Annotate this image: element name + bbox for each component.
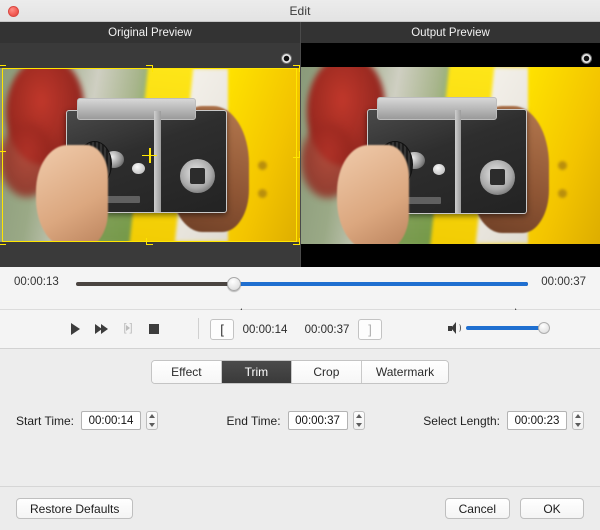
tab-watermark[interactable]: Watermark <box>361 361 449 383</box>
preview-area: Original Preview Output Preview <box>0 22 600 267</box>
original-preview-pane: Original Preview <box>0 22 300 267</box>
crop-selection-rectangle[interactable] <box>0 65 300 245</box>
output-preview-body[interactable] <box>301 43 600 267</box>
output-preview-pane: Output Preview <box>300 22 600 267</box>
in-out-point-group: [ 00:00:14 00:00:37 ] <box>210 319 382 340</box>
title-bar: Edit <box>0 0 600 22</box>
cancel-button[interactable]: Cancel <box>444 498 510 519</box>
crop-handle-top-left[interactable] <box>0 65 6 72</box>
stop-icon <box>148 323 159 334</box>
select-length-input[interactable]: 00:00:23 <box>507 411 567 430</box>
volume-control <box>448 322 550 334</box>
chevron-down-icon <box>355 422 362 427</box>
transport-buttons: [] <box>68 321 161 336</box>
chevron-down-icon <box>575 422 581 427</box>
mark-out-button[interactable]: ] <box>358 319 382 340</box>
edit-dialog-window: Edit Original Preview Output Preview 00:… <box>0 0 600 530</box>
select-length-label: Select Length: <box>423 413 500 428</box>
fast-forward-button[interactable] <box>94 321 109 336</box>
chevron-up-icon <box>149 414 156 419</box>
crop-handle-left-middle[interactable] <box>0 151 6 158</box>
camera-seam <box>454 110 462 214</box>
end-time-stepper[interactable] <box>352 411 365 430</box>
trim-settings-panel: Start Time: 00:00:14 End Time: 00:00:37 … <box>0 395 600 486</box>
out-point-time[interactable]: 00:00:37 <box>296 319 358 340</box>
crop-handle-right-middle[interactable] <box>293 151 300 158</box>
play-button[interactable] <box>68 321 83 336</box>
start-time-group: Start Time: 00:00:14 <box>16 411 159 430</box>
footer-action-buttons: Cancel OK <box>444 498 584 519</box>
window-title: Edit <box>289 3 311 18</box>
output-preview-header: Output Preview <box>301 22 600 43</box>
speaker-icon[interactable] <box>448 322 461 334</box>
chevron-up-icon <box>575 414 581 419</box>
crop-handle-bottom-middle[interactable] <box>145 238 153 245</box>
chevron-up-icon <box>355 414 362 419</box>
crosshair-icon <box>142 147 157 163</box>
tab-crop[interactable]: Crop <box>291 361 362 383</box>
timeline-track[interactable] <box>76 277 528 319</box>
select-length-group: Select Length: 00:00:23 <box>423 411 584 430</box>
original-preview-header: Original Preview <box>0 22 300 43</box>
tab-trim[interactable]: Trim <box>221 361 292 383</box>
step-frame-icon: [] <box>123 322 132 334</box>
rotation-pin-icon[interactable] <box>581 53 592 64</box>
start-time-label: Start Time: <box>16 413 75 428</box>
crop-handle-top-right[interactable] <box>293 65 300 72</box>
fast-forward-icon <box>95 323 108 334</box>
camera-reel <box>480 159 516 195</box>
timeline-end-label: 00:00:37 <box>541 276 586 288</box>
stop-button[interactable] <box>146 321 161 336</box>
restore-defaults-button[interactable]: Restore Defaults <box>16 498 134 519</box>
close-icon[interactable] <box>8 6 19 17</box>
volume-slider-handle[interactable] <box>538 322 550 334</box>
chevron-down-icon <box>149 422 156 427</box>
timeline-section: 00:00:13 00:00:37 <box>0 267 600 319</box>
select-length-stepper[interactable] <box>572 411 584 430</box>
timeline-start-label: 00:00:13 <box>14 276 59 288</box>
end-time-input[interactable]: 00:00:37 <box>287 411 348 430</box>
transport-bar: [] [ 00:00:14 00:00:37 ] <box>0 310 600 349</box>
edit-tabs: Effect Trim Crop Watermark <box>150 360 450 384</box>
tab-section: Effect Trim Crop Watermark <box>0 349 600 395</box>
transport-divider <box>198 318 199 339</box>
step-frame-button[interactable]: [] <box>120 321 135 336</box>
rotation-pin-icon[interactable] <box>281 53 292 64</box>
end-time-group: End Time: 00:00:37 <box>227 411 365 430</box>
mark-in-button[interactable]: [ <box>210 319 234 340</box>
trim-fields-row: Start Time: 00:00:14 End Time: 00:00:37 … <box>0 411 600 430</box>
crop-handle-bottom-right[interactable] <box>293 238 300 245</box>
start-time-input[interactable]: 00:00:14 <box>81 411 142 430</box>
volume-slider[interactable] <box>466 322 550 334</box>
timeline-playhead-handle[interactable] <box>227 277 242 291</box>
camera-dial-small <box>432 163 446 176</box>
output-video-frame <box>301 67 600 244</box>
dialog-footer: Restore Defaults Cancel OK <box>0 486 600 530</box>
camera-label <box>405 196 441 204</box>
end-time-label: End Time: <box>226 413 281 428</box>
original-preview-body[interactable] <box>0 43 300 267</box>
timeline-selected-range <box>234 282 528 286</box>
crop-handle-bottom-left[interactable] <box>0 238 6 245</box>
camera-top-handle <box>377 97 497 120</box>
tab-effect[interactable]: Effect <box>151 361 222 383</box>
frame-left-hand <box>336 144 409 244</box>
play-icon <box>71 322 80 335</box>
crop-handle-top-middle[interactable] <box>145 65 153 72</box>
start-time-stepper[interactable] <box>146 411 159 430</box>
ok-button[interactable]: OK <box>520 498 584 519</box>
in-point-time[interactable]: 00:00:14 <box>234 319 296 340</box>
